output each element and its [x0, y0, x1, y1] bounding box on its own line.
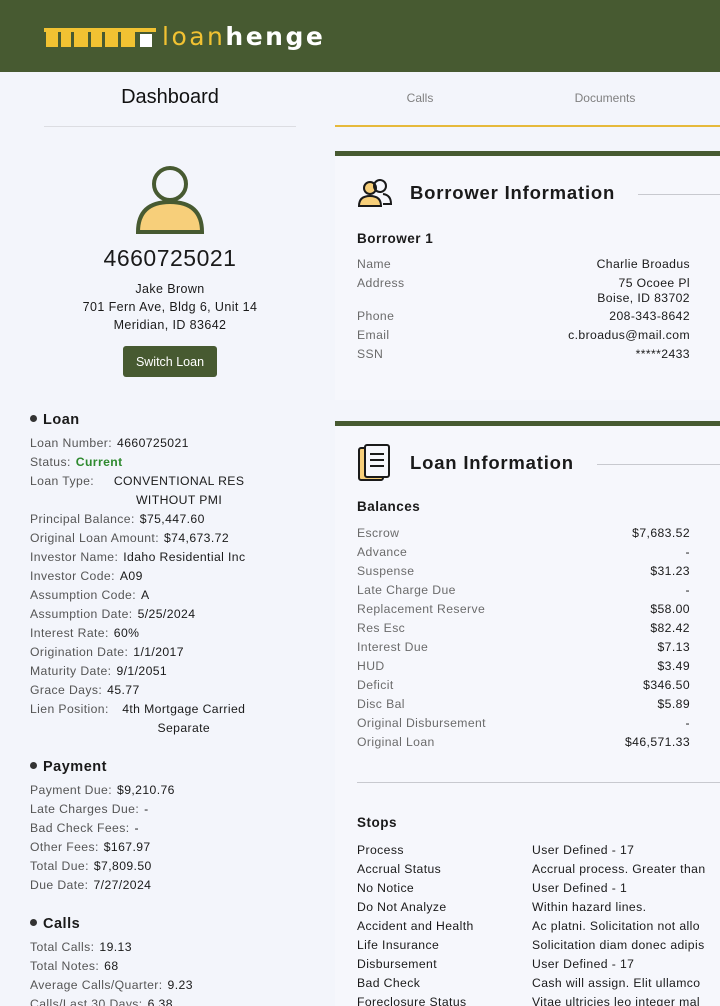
stop-row: Do Not Analyze Within hazard lines. — [357, 900, 647, 914]
bullet-icon — [30, 762, 37, 769]
tab-underline — [335, 125, 720, 127]
switch-loan-button[interactable]: Switch Loan — [123, 346, 217, 377]
borrower-information-card: Borrower Information Borrower 1 Name Char… — [335, 151, 720, 400]
loan-information-card: Loan Information Balances Escrow $7,683.5… — [335, 421, 720, 1006]
kv-status: Status: Current — [30, 453, 330, 472]
balance-row: Interest Due $7.13 — [357, 640, 690, 654]
balance-row: HUD $3.49 — [357, 659, 690, 673]
stop-row: Foreclosure Status Vitae ultricies leo in… — [357, 995, 700, 1006]
logo-text-loan: loan — [162, 22, 226, 51]
tab-calls[interactable]: Calls — [390, 91, 450, 105]
address-line-2: Meridian, ID 83642 — [113, 318, 227, 332]
kv-origination-date: Origination Date: 1/1/2017 — [30, 645, 184, 659]
info-row-name: Name Charlie Broadus — [357, 257, 690, 271]
title-rule — [638, 194, 720, 195]
kv-assumption-code: Assumption Code: A — [30, 588, 150, 602]
stop-row: Disbursement User Defined - 17 — [357, 957, 635, 971]
card-title: Borrower Information — [410, 182, 616, 203]
status-badge: Current — [75, 455, 123, 469]
stop-row: Accident and Health Ac platni. Solicitati… — [357, 919, 700, 933]
info-row-phone: Phone 208-343-8642 — [357, 309, 690, 323]
balance-row: Replacement Reserve $58.00 — [357, 602, 690, 616]
user-avatar-icon — [135, 166, 205, 234]
tab-dashboard[interactable]: Dashboard — [0, 86, 340, 109]
borrower-name: Jake Brown — [135, 282, 205, 296]
divider — [44, 126, 296, 127]
kv-due-date: Due Date: 7/27/2024 — [30, 878, 152, 892]
kv-principal-balance: Principal Balance: $75,447.60 — [30, 512, 205, 526]
kv-other-fees: Other Fees: $167.97 — [30, 840, 151, 854]
loan-section: Loan Loan Number: 4660725021 Status: Curre… — [30, 410, 330, 738]
kv-total-due: Total Due: $7,809.50 — [30, 859, 152, 873]
kv-total-notes: Total Notes: 68 — [30, 959, 119, 973]
kv-maturity-date: Maturity Date: 9/1/2051 — [30, 664, 168, 678]
kv-bad-check-fees: Bad Check Fees: - — [30, 821, 139, 835]
section-divider — [357, 782, 720, 783]
kv-loan-type: Loan Type: CONVENTIONAL RES WITHOUT PMI — [30, 474, 245, 507]
tab-documents[interactable]: Documents — [560, 91, 650, 105]
stonehenge-logo-icon — [44, 28, 156, 47]
logo-text-henge: henge — [225, 22, 326, 51]
kv-average-calls-quarter: Average Calls/Quarter: 9.23 — [30, 978, 193, 992]
kv-payment-due: Payment Due: $9,210.76 — [30, 783, 175, 797]
balances-title: Balances — [357, 499, 421, 514]
section-title: Calls — [30, 914, 330, 938]
balance-row: Original Loan $46,571.33 — [357, 735, 690, 749]
stop-row: Life Insurance Solicitation diam donec ad… — [357, 938, 705, 952]
info-row-ssn: SSN *****2433 — [357, 347, 690, 361]
stop-row: Process User Defined - 17 — [357, 843, 635, 857]
stop-row: Bad Check Cash will assign. Elit ullamco — [357, 976, 701, 990]
balance-row: Deficit $346.50 — [357, 678, 690, 692]
balance-row: Suspense $31.23 — [357, 564, 690, 578]
card-title: Loan Information — [410, 452, 574, 473]
kv-calls-last-30-days: Calls/Last 30 Days: 6.38 — [30, 997, 173, 1006]
info-row-email: Email c.broadus@mail.com — [357, 328, 690, 342]
balance-row: Disc Bal $5.89 — [357, 697, 690, 711]
balance-row: Original Disbursement - — [357, 716, 690, 730]
document-icon — [358, 444, 390, 481]
bullet-icon — [30, 415, 37, 422]
calls-section: Calls Total Calls: 19.13 Total Notes: 68 A… — [30, 914, 330, 1006]
kv-interest-rate: Interest Rate: 60% — [30, 626, 140, 640]
address-line-1: 701 Fern Ave, Bldg 6, Unit 14 — [82, 300, 258, 314]
borrower-subtitle: Borrower 1 — [357, 231, 434, 246]
loan-number-heading: 4660725021 — [103, 245, 237, 271]
app-header: loanhenge — [0, 0, 720, 72]
kv-lien-position: Lien Position: 4th Mortgage Carried Separ… — [30, 702, 246, 735]
users-icon — [357, 179, 393, 207]
kv-total-calls: Total Calls: 19.13 — [30, 940, 132, 954]
title-rule — [597, 464, 720, 465]
balance-row: Escrow $7,683.52 — [357, 526, 690, 540]
stops-title: Stops — [357, 815, 398, 830]
kv-loan-number: Loan Number: 4660725021 — [30, 436, 189, 450]
kv-investor-name: Investor Name: Idaho Residential Inc — [30, 550, 246, 564]
kv-assumption-date: Assumption Date: 5/25/2024 — [30, 607, 196, 621]
kv-investor-code: Investor Code: A09 — [30, 569, 143, 583]
payment-section: Payment Payment Due: $9,210.76 Late Charg… — [30, 757, 330, 895]
logo-wordmark: loanhenge — [162, 20, 325, 54]
section-title: Payment — [30, 757, 330, 781]
balance-row: Advance - — [357, 545, 690, 559]
info-row-address: Address 75 Ocoee Pl Boise, ID 83702 — [357, 276, 690, 305]
kv-original-loan-amount: Original Loan Amount: $74,673.72 — [30, 531, 229, 545]
balance-row: Res Esc $82.42 — [357, 621, 690, 635]
kv-grace-days: Grace Days: 45.77 — [30, 683, 140, 697]
bullet-icon — [30, 919, 37, 926]
stop-row: No Notice User Defined - 1 — [357, 881, 628, 895]
section-title: Loan — [30, 410, 330, 434]
kv-late-charges-due: Late Charges Due: - — [30, 802, 149, 816]
stop-row: Accrual Status Accrual process. Greater t… — [357, 862, 706, 876]
balance-row: Late Charge Due - — [357, 583, 690, 597]
